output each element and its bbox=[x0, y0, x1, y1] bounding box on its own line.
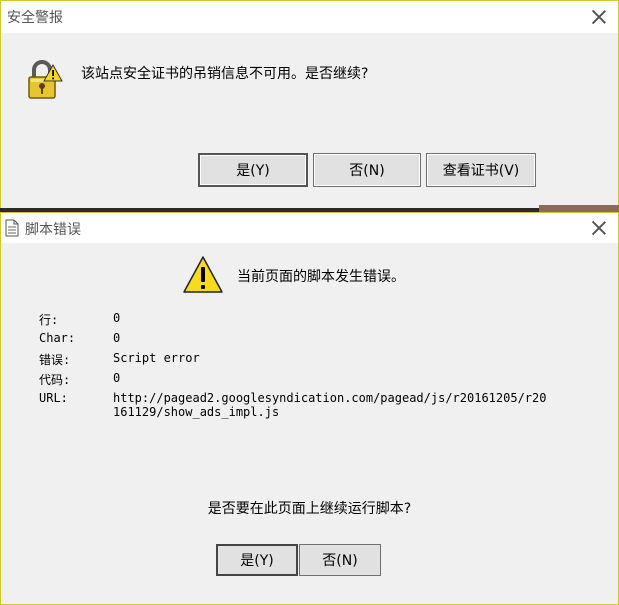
close-icon[interactable] bbox=[590, 8, 608, 26]
detail-label: 代码: bbox=[39, 373, 71, 387]
continue-question: 是否要在此页面上继续运行脚本? bbox=[207, 501, 412, 517]
no-button[interactable]: 否(N) bbox=[313, 153, 421, 187]
detail-value: Script error bbox=[113, 351, 200, 365]
lock-warning-icon bbox=[28, 60, 63, 99]
security-alert-dialog: 安全警报 该站点安全证书的吊销信息不可用。是否继续? 是(Y) 否(N) 查看证… bbox=[0, 0, 619, 210]
close-icon[interactable] bbox=[590, 219, 608, 237]
view-certificate-button[interactable]: 查看证书(V) bbox=[426, 153, 536, 187]
no-button[interactable]: 否(N) bbox=[299, 544, 381, 576]
detail-value-url: http://pagead2.googlesyndication.com/pag… bbox=[113, 391, 547, 419]
detail-value: 0 bbox=[113, 371, 121, 385]
script-error-dialog: 脚本错误 当前页面的脚本发生错误。 行: 0 Char: 0 错误: Scrip… bbox=[0, 212, 619, 605]
warning-icon bbox=[183, 256, 223, 293]
script-error-message: 当前页面的脚本发生错误。 bbox=[237, 269, 405, 285]
detail-value: 0 bbox=[113, 331, 121, 345]
detail-value: 0 bbox=[113, 311, 121, 325]
security-alert-titlebar: 安全警报 bbox=[1, 1, 618, 33]
yes-button[interactable]: 是(Y) bbox=[198, 153, 308, 187]
security-alert-title: 安全警报 bbox=[7, 10, 63, 26]
yes-button[interactable]: 是(Y) bbox=[216, 544, 298, 576]
detail-label: Char: bbox=[39, 331, 76, 345]
detail-label: 行: bbox=[39, 313, 59, 327]
detail-label: URL: bbox=[39, 391, 68, 405]
document-icon bbox=[5, 219, 19, 237]
security-alert-message: 该站点安全证书的吊销信息不可用。是否继续? bbox=[81, 66, 369, 82]
detail-label: 错误: bbox=[39, 353, 71, 367]
script-error-titlebar: 脚本错误 bbox=[1, 213, 618, 243]
script-error-title: 脚本错误 bbox=[25, 222, 81, 238]
